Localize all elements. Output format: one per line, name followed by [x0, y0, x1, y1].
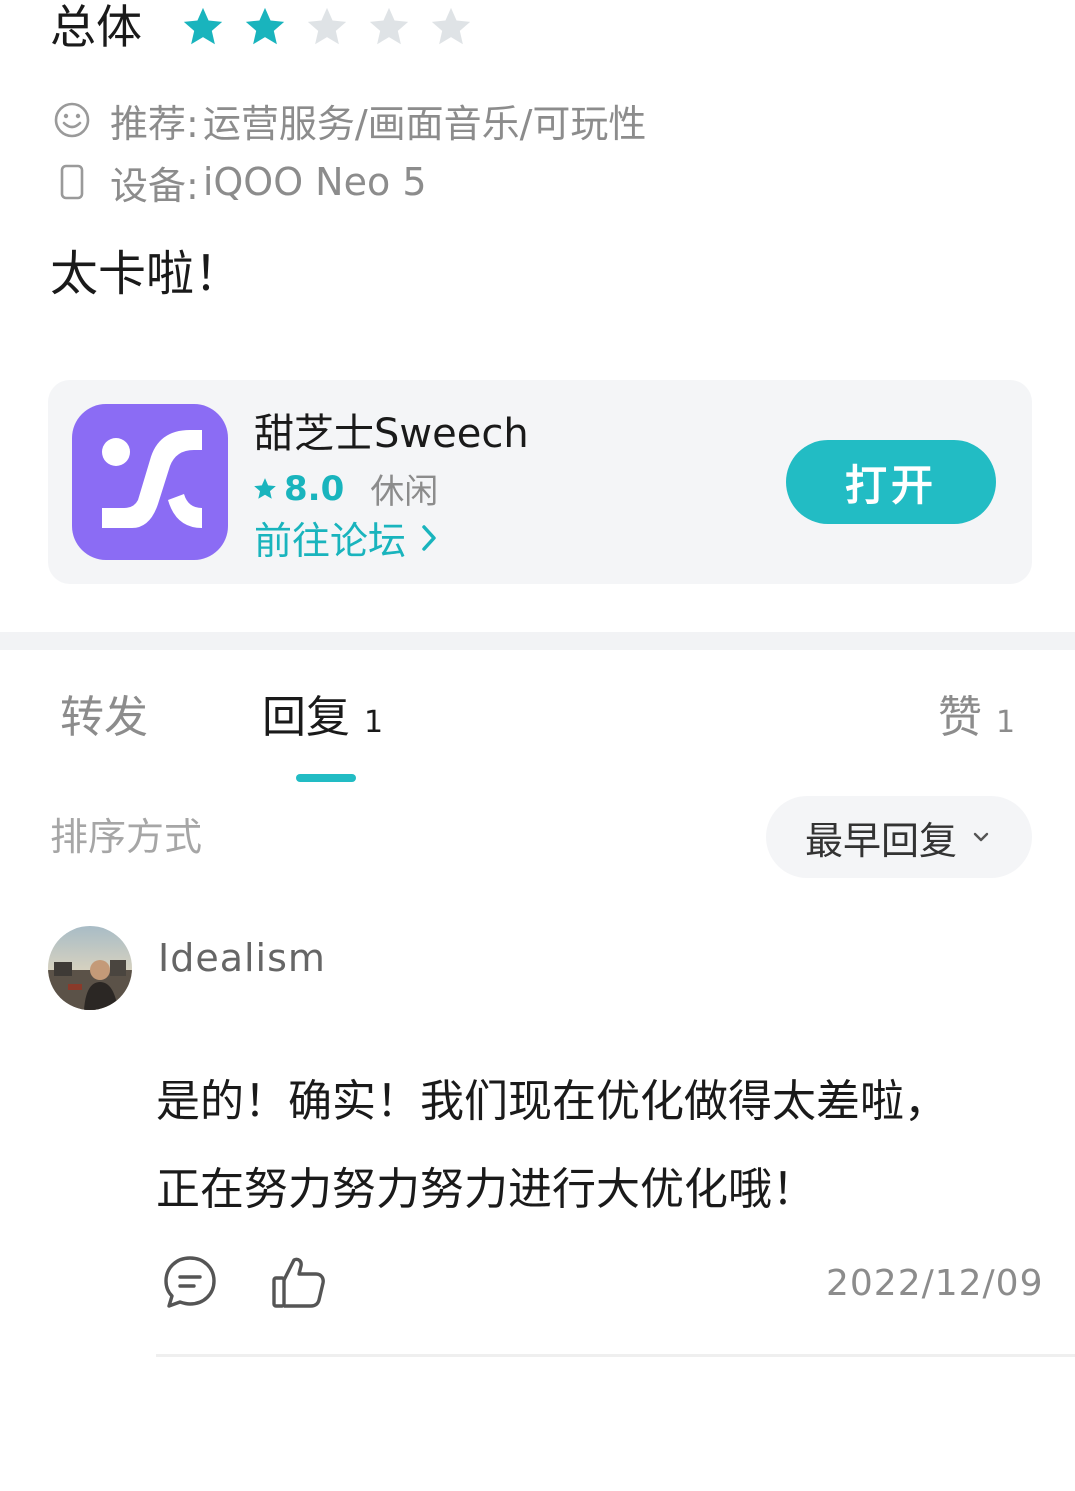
app-score: 8.0	[284, 468, 345, 509]
sort-dropdown[interactable]: 最早回复	[766, 796, 1032, 878]
star-empty-icon	[369, 7, 409, 45]
star-icon	[254, 477, 276, 499]
recommend-row: 推荐: 运营服务/画面音乐/可玩性	[52, 98, 646, 146]
device-value: iQOO Neo 5	[202, 160, 427, 204]
app-logo-icon	[102, 430, 202, 528]
chevron-right-icon	[422, 524, 436, 551]
recommend-label: 推荐:	[110, 101, 199, 146]
reply-text: 是的！确实！我们现在优化做得太差啦， 正在努力努力努力进行大优化哦！	[156, 1058, 1036, 1234]
tab-replies[interactable]: 回复 1	[262, 690, 383, 751]
phone-icon	[60, 164, 84, 200]
app-rating: 8.0 休闲	[252, 464, 438, 513]
star-rating	[180, 4, 474, 50]
star-filled-icon	[245, 7, 285, 45]
review-text: 太卡啦！	[50, 246, 243, 302]
avatar[interactable]	[48, 926, 132, 1010]
smiley-icon	[54, 102, 90, 138]
star-filled-icon	[183, 7, 223, 45]
tab-likes[interactable]: 赞 1	[938, 690, 1015, 751]
comment-icon[interactable]	[160, 1252, 220, 1312]
star-empty-icon	[431, 7, 471, 45]
reply-username[interactable]: Idealism	[158, 934, 326, 982]
reply-divider	[156, 1354, 1075, 1357]
app-card[interactable]: 甜芝士Sweech 8.0 休闲 前往论坛 打开	[48, 380, 1032, 584]
sort-label: 排序方式	[50, 815, 203, 859]
forum-link[interactable]: 前往论坛	[254, 510, 444, 565]
chevron-down-icon	[973, 832, 989, 842]
avatar-image	[48, 926, 132, 1010]
overall-rating-label: 总体	[50, 0, 142, 54]
app-name[interactable]: 甜芝士Sweech	[254, 408, 529, 460]
tab-replies-count: 1	[364, 705, 384, 740]
thumbs-up-icon[interactable]	[268, 1252, 328, 1312]
device-label: 设备:	[110, 163, 199, 208]
sort-selected[interactable]: 最早回复	[805, 810, 957, 865]
recommend-value: 运营服务/画面音乐/可玩性	[202, 101, 647, 146]
forum-link-label[interactable]: 前往论坛	[254, 510, 406, 565]
section-divider	[0, 632, 1075, 650]
reply-date: 2022/12/09	[826, 1263, 1044, 1304]
app-category: 休闲	[370, 472, 439, 512]
reply-text-line: 是的！确实！我们现在优化做得太差啦，	[156, 1076, 948, 1127]
tab-forward[interactable]: 转发	[60, 690, 148, 746]
reply-text-line: 正在努力努力努力进行大优化哦！	[156, 1164, 816, 1215]
star-empty-icon	[307, 7, 347, 45]
tab-likes-count: 1	[996, 705, 1016, 740]
device-row: 设备: iQOO Neo 5	[52, 160, 427, 208]
open-button[interactable]: 打开	[786, 440, 996, 524]
app-icon[interactable]	[72, 404, 228, 560]
active-tab-indicator	[296, 774, 356, 782]
